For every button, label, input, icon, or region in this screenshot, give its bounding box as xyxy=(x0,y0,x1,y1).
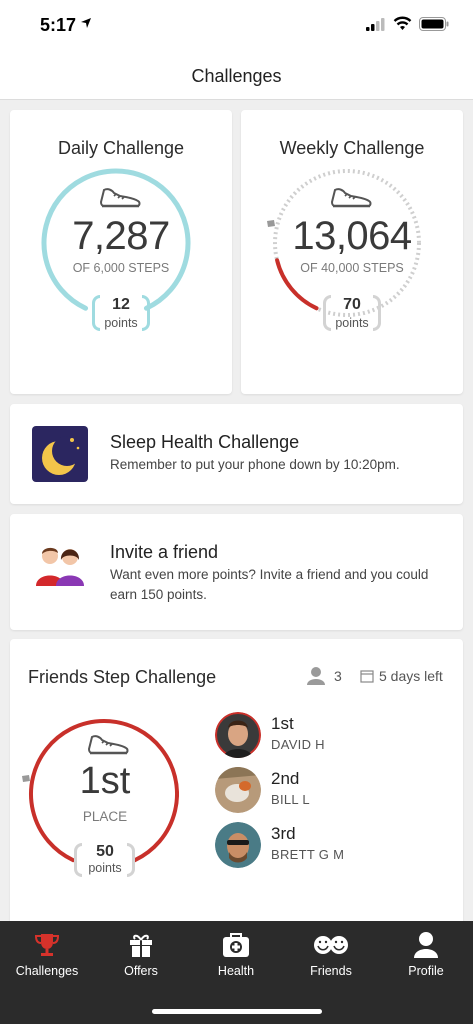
tab-profile[interactable]: Profile xyxy=(379,921,473,991)
friends-place-label: PLACE xyxy=(82,809,128,824)
friends-challenge-title: Friends Step Challenge xyxy=(28,667,217,687)
tab-label: Friends xyxy=(310,964,352,978)
tab-offers[interactable]: Offers xyxy=(94,921,188,991)
leaderboard-name: DAVID H xyxy=(271,737,325,752)
shoe-icon xyxy=(87,735,129,755)
sleep-challenge-title: Sleep Health Challenge xyxy=(110,432,300,452)
invite-friend-title: Invite a friend xyxy=(110,542,219,562)
weekly-steps-goal: OF 40,000 STEPS xyxy=(300,261,404,275)
gift-icon xyxy=(130,934,152,957)
weekly-points-value: 70 xyxy=(343,296,361,313)
tab-label: Profile xyxy=(408,964,444,978)
tab-challenges[interactable]: Challenges xyxy=(0,921,94,991)
leaderboard-place: 1st xyxy=(271,714,294,733)
daily-points-label: points xyxy=(104,316,138,330)
invite-friend-card[interactable]: Invite a friend Want even more points? I… xyxy=(10,514,463,630)
avatar xyxy=(215,822,261,868)
shoe-icon xyxy=(99,188,141,208)
leaderboard-row[interactable]: 1st DAVID H xyxy=(215,712,435,760)
sleep-challenge-card[interactable]: Sleep Health Challenge Remember to put y… xyxy=(10,404,463,504)
weekly-steps-value: 13,064 xyxy=(292,214,412,258)
weekly-challenge-title: Weekly Challenge xyxy=(279,138,425,158)
trophy-icon xyxy=(34,934,60,956)
friends-points-label: points xyxy=(88,861,122,875)
friends-step-challenge-card[interactable]: Friends Step Challenge 3 5 days left 1st… xyxy=(10,639,463,929)
wifi-icon xyxy=(393,16,412,30)
person-icon xyxy=(414,932,438,958)
moon-icon xyxy=(32,426,88,482)
daily-steps-goal: OF 6,000 STEPS xyxy=(72,261,170,275)
medical-kit-icon xyxy=(223,933,249,957)
friends-points-value: 50 xyxy=(96,843,114,860)
avatar xyxy=(215,767,261,813)
daily-challenge-title: Daily Challenge xyxy=(57,138,185,158)
sleep-challenge-description: Remember to put your phone down by 10:20… xyxy=(110,457,400,472)
invite-friend-description: Want even more points? Invite a friend a… xyxy=(110,567,429,602)
leaderboard-place: 3rd xyxy=(271,824,296,843)
tab-label: Offers xyxy=(124,964,158,978)
leaderboard-place: 2nd xyxy=(271,769,300,788)
weekly-challenge-card[interactable]: Weekly Challenge 13,064 OF 40,000 STEPS … xyxy=(241,110,463,394)
friends-place-value: 1st xyxy=(79,760,131,802)
calendar-icon xyxy=(360,670,374,683)
daily-challenge-card[interactable]: Daily Challenge 7,287 OF 6,000 STEPS 12 … xyxy=(10,110,232,394)
avatar xyxy=(215,712,261,758)
tab-label: Health xyxy=(217,964,255,978)
cellular-signal-icon xyxy=(366,18,385,31)
daily-steps-value: 7,287 xyxy=(72,214,170,258)
daily-points-value: 12 xyxy=(112,296,130,313)
days-left: 5 days left xyxy=(379,668,443,684)
tab-health[interactable]: Health xyxy=(189,921,283,991)
status-time: 5:17 xyxy=(40,15,77,35)
participants-icon xyxy=(307,667,325,685)
tab-friends[interactable]: Friends xyxy=(284,921,378,991)
weekly-points-label: points xyxy=(335,316,369,330)
nav-bar: Challenges xyxy=(0,50,473,100)
tab-label: Challenges xyxy=(15,964,79,978)
battery-icon xyxy=(419,17,449,31)
leaderboard-name: BILL L xyxy=(271,792,310,807)
location-arrow-icon xyxy=(81,18,91,28)
page-title: Challenges xyxy=(191,66,282,86)
leaderboard-name: BRETT G M xyxy=(271,847,345,862)
invite-friends-icon xyxy=(36,547,84,586)
leaderboard-row[interactable]: 2nd BILL L xyxy=(215,767,435,815)
status-bar: 5:17 xyxy=(0,0,473,50)
shoe-icon xyxy=(330,188,372,208)
participants-count: 3 xyxy=(334,668,342,684)
home-indicator xyxy=(152,1009,322,1014)
friends-icon xyxy=(314,936,348,954)
leaderboard-row[interactable]: 3rd BRETT G M xyxy=(215,822,435,870)
